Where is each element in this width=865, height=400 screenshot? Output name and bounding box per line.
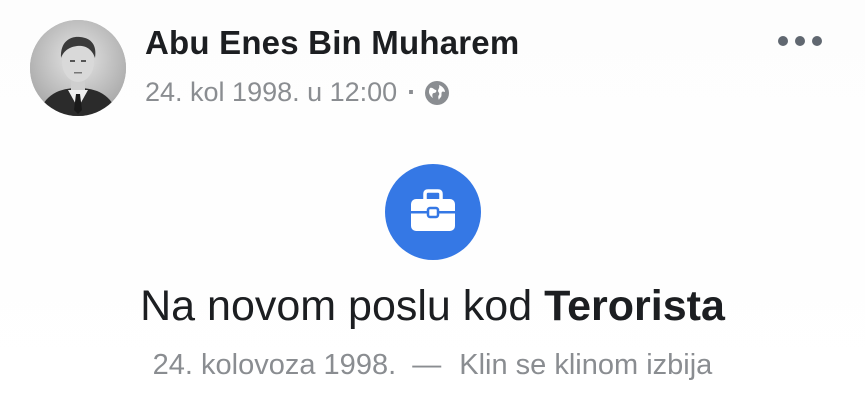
life-event-description: Klin se klinom izbija [459, 349, 713, 381]
life-event-title: Na novom poslu kod Terorista [0, 282, 865, 331]
post-meta: 24. kol 1998. u 12:00 · [145, 77, 450, 108]
life-event-title-prefix: Na novom poslu kod [140, 282, 545, 330]
life-event-subtitle: 24. kolovoza 1998. — Klin se klinom izbi… [0, 349, 865, 382]
author-avatar[interactable] [30, 20, 126, 116]
more-dot [812, 36, 822, 46]
life-event-date: 24. kolovoza 1998. [152, 349, 397, 381]
more-options-icon[interactable] [778, 28, 822, 54]
author-name[interactable]: Abu Enes Bin Muharem [145, 24, 519, 62]
facebook-post: Abu Enes Bin Muharem 24. kol 1998. u 12:… [0, 0, 865, 400]
life-event-employer[interactable]: Terorista [544, 282, 725, 330]
life-event-dash: — [412, 349, 442, 381]
more-dot [795, 36, 805, 46]
avatar-photo [30, 20, 126, 116]
globe-icon[interactable] [424, 80, 450, 106]
meta-separator: · [407, 77, 417, 107]
briefcase-icon [385, 164, 481, 260]
post-timestamp[interactable]: 24. kol 1998. u 12:00 [145, 77, 397, 108]
more-dot [778, 36, 788, 46]
